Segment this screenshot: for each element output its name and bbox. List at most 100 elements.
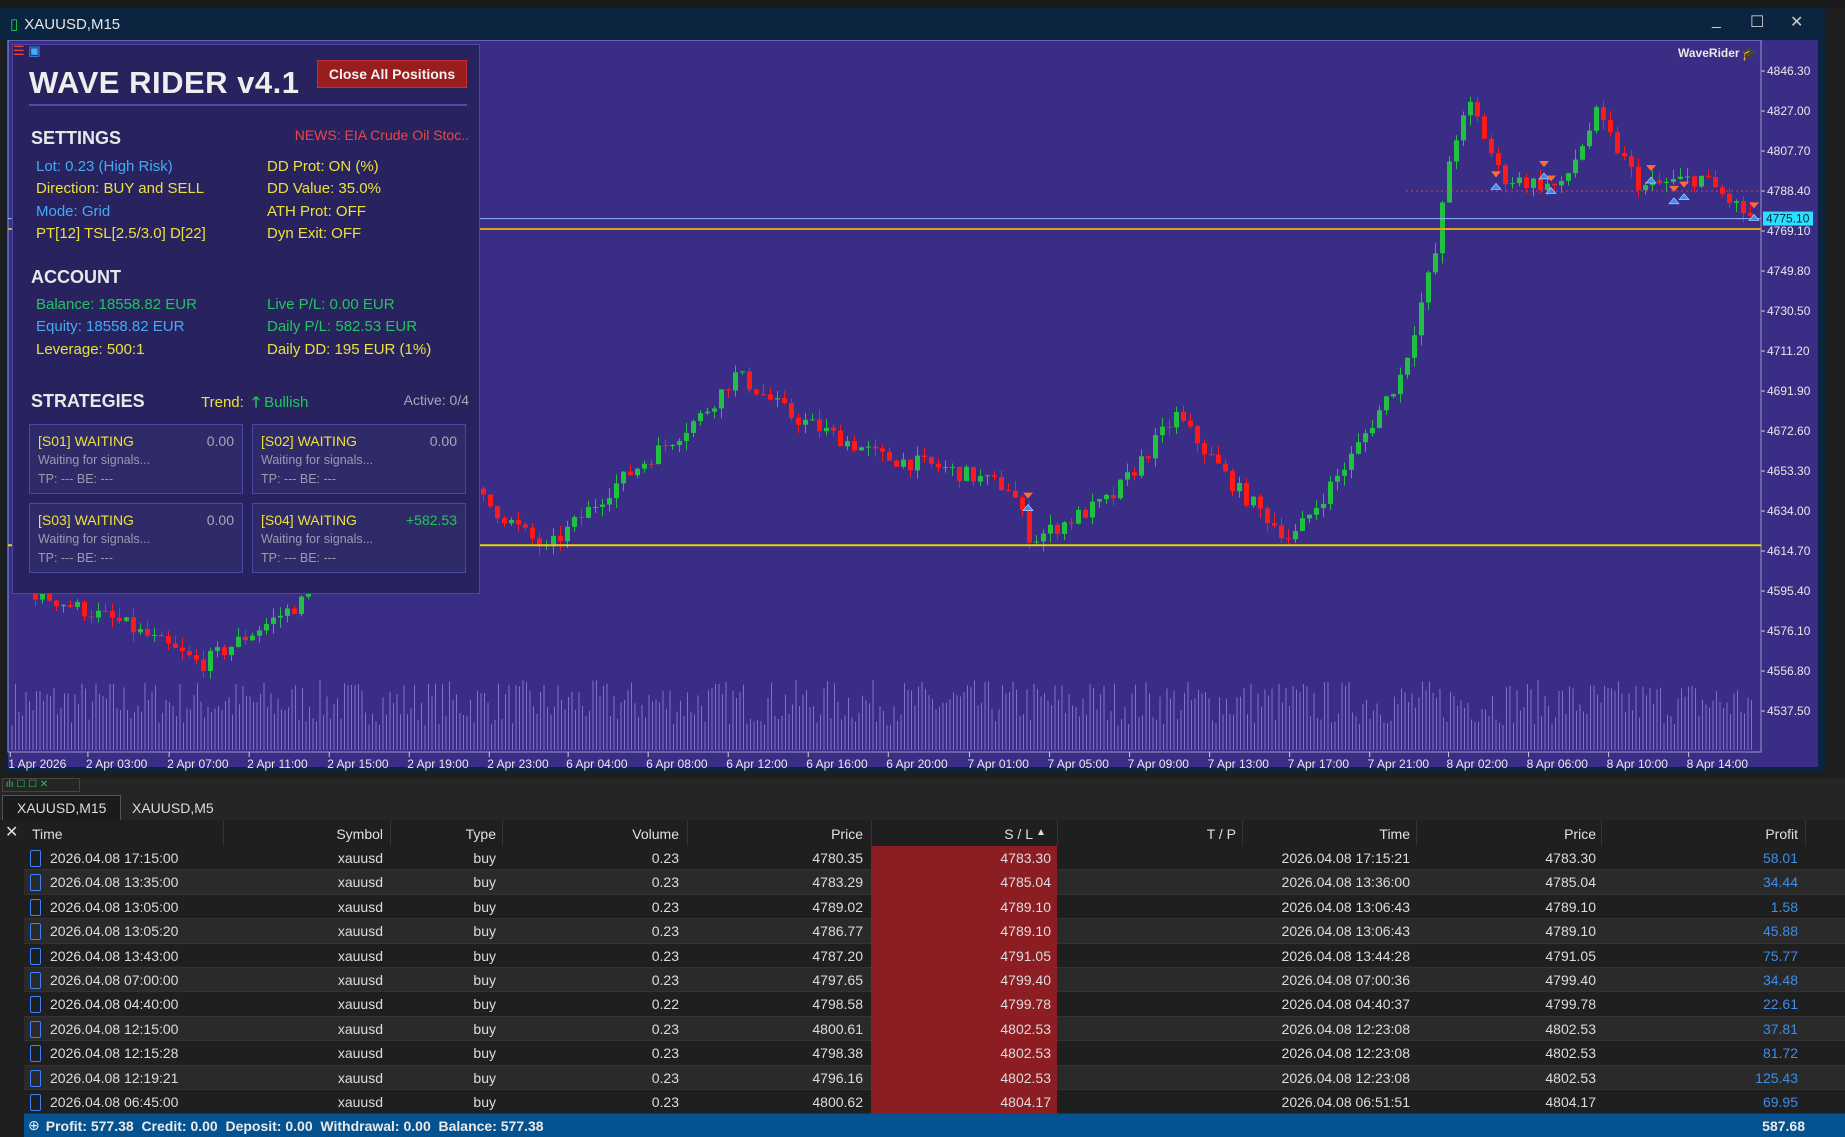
candle-body [173,643,178,648]
tab-xauusd-m5[interactable]: XAUUSD,M5 [118,795,228,820]
window-title: XAUUSD,M15 [24,15,121,33]
minimize-button[interactable]: _ [1712,12,1721,30]
table-cell: 2026.04.08 13:06:43 [1281,923,1410,940]
strategy-name: [S03] WAITING [38,512,134,528]
table-cell: 2026.04.08 13:43:00 [50,947,179,964]
maximize-button[interactable]: ☐ [1750,12,1764,32]
candle-body [1734,201,1739,203]
candle-body [257,630,262,636]
candle-body [1223,463,1228,472]
active-count: Active: 0/4 [403,392,469,408]
column-header[interactable]: Symbol [336,826,383,842]
candle-body [1524,177,1529,188]
candle-body [1020,497,1025,510]
column-header[interactable]: Time [1379,826,1410,842]
close-icon[interactable]: ✕ [5,822,18,842]
candle-body [1496,153,1501,166]
candle-body [180,647,185,652]
candle-body [285,608,290,616]
candle-body [600,504,605,507]
candle-body [1671,179,1676,182]
candle-body [1552,183,1557,186]
table-cell: 2026.04.08 12:15:00 [50,1020,179,1037]
table-cell: 0.23 [651,850,679,866]
table-cell: 2026.04.08 12:19:21 [50,1069,179,1086]
column-header[interactable]: T / P [1207,826,1236,842]
candle-body [817,419,822,432]
candle-body [523,524,528,528]
candle-body [922,455,927,458]
candle-body [488,494,493,507]
column-header[interactable]: S / L [1004,826,1033,842]
candle-body [572,517,577,527]
candle-body [1272,523,1277,526]
table-cell: xauusd [337,972,383,988]
table-cell: 0.22 [651,996,679,1013]
column-header[interactable]: Volume [632,826,679,842]
chart-icon[interactable]: ▣ [28,43,40,58]
time-label: 8 Apr 14:00 [1687,757,1749,771]
table-cell: xauusd [337,1045,383,1062]
candle-body [75,602,80,607]
time-label: 2 Apr 23:00 [487,757,549,771]
candle-body [201,659,206,672]
candle-body [859,447,864,451]
column-header[interactable]: Profit [1765,826,1798,842]
candle-body [670,445,675,447]
time-label: 7 Apr 05:00 [1048,757,1110,771]
table-cell: 4799.78 [1000,996,1051,1013]
tab-xauusd-m15[interactable]: XAUUSD,M15 [2,795,122,820]
mini-window-controls[interactable]: ılı ☐ ☐ ✕ [2,778,80,792]
close-window-button[interactable]: ✕ [1790,12,1803,32]
candle-body [768,394,773,400]
table-cell: xauusd [337,874,383,891]
table-cell: 2026.04.08 12:15:28 [50,1045,179,1062]
candlestick-icon: ▯ [10,16,19,33]
table-cell: 34.44 [1762,874,1798,891]
candle-body [54,600,59,607]
candle-body [901,459,906,467]
table-cell: 45.88 [1762,923,1798,940]
candle-body [1356,442,1361,454]
candle-body [635,468,640,476]
candle-body [866,446,871,448]
panel-title: WAVE RIDER v4.1 [29,65,300,100]
time-label: 6 Apr 20:00 [886,757,948,771]
candle-body [131,617,136,633]
strategy-card: [S01] WAITING 0.00 Waiting for signals..… [29,424,243,494]
candle-body [1566,173,1571,181]
candle-body [1433,253,1438,273]
table-cell: 4796.16 [812,1069,863,1086]
candle-body [1265,508,1270,524]
table-cell: xauusd [337,1094,383,1110]
table-cell: 2026.04.08 13:35:00 [50,874,179,891]
candle-body [1321,503,1326,508]
candle-body [89,616,94,618]
candle-body [264,623,269,631]
wave-rider-panel: ☰ ▣ WAVE RIDER v4.1 Close All Positions … [12,43,480,594]
column-header[interactable]: Type [466,826,496,842]
table-cell: xauusd [337,898,383,915]
plus-circle-icon[interactable]: ⊕ [28,1117,40,1134]
candle-body [1629,156,1634,167]
candle-body [824,427,829,432]
candle-body [1328,481,1333,504]
history-footer: ⊕ Profit: 577.38 Credit: 0.00 Deposit: 0… [24,1114,1845,1137]
table-cell: 2026.04.08 07:00:36 [1281,972,1410,988]
column-header[interactable]: Price [831,826,863,842]
candle-body [1601,107,1606,121]
trend-label: Trend: [201,394,244,411]
close-all-positions-button[interactable]: Close All Positions [317,60,467,88]
candle-body [166,636,171,644]
table-cell: 4789.10 [1000,898,1051,915]
candle-body [1538,178,1543,190]
table-cell: 0.23 [651,972,679,988]
column-header[interactable]: Time [32,826,63,842]
table-cell: 4802.53 [1545,1069,1596,1086]
table-cell: buy [473,1045,496,1062]
column-header[interactable]: Price [1564,826,1596,842]
time-label: 6 Apr 12:00 [726,757,788,771]
table-cell: buy [473,1094,496,1110]
strategy-status: Waiting for signals... [261,532,374,546]
list-icon[interactable]: ☰ [13,43,25,58]
